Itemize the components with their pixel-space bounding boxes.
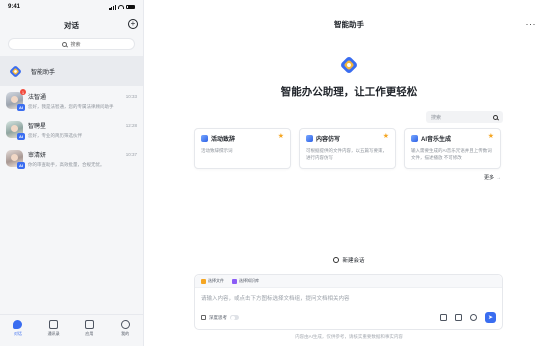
main-header: 智能助手 ···	[144, 0, 554, 36]
avatar: AI	[6, 121, 25, 140]
app-root: 9:41 对话 + 搜索 智能助手 1 AI 法智通 10:33 您好，我是法智…	[0, 0, 554, 346]
card-desc: 可根据提供的文件内容，以五篇写要束，进行内容仿写	[306, 148, 387, 160]
new-chat-button[interactable]: 新建会话	[333, 256, 365, 264]
chat-time: 12:28	[125, 123, 137, 128]
folder-icon[interactable]	[440, 314, 447, 321]
bottom-tab-bar: 对话 通讯录 应用 我的	[0, 314, 143, 346]
chevron-right-icon: →	[496, 174, 502, 181]
star-icon[interactable]: ★	[278, 133, 284, 140]
chat-preview: 你的审查助手，高效批量，合规无忧。	[28, 162, 105, 167]
search-icon	[62, 41, 68, 47]
more-options-icon[interactable]: ···	[526, 20, 537, 29]
chat-name: 审清妍	[28, 153, 47, 159]
unread-badge: 1	[20, 89, 26, 95]
search-icon	[493, 114, 498, 120]
signal-icon	[109, 5, 116, 10]
deep-think-toggle[interactable]: 深度思考	[201, 315, 239, 321]
contacts-icon	[49, 320, 59, 329]
card-title: AI音乐生成	[421, 137, 452, 143]
chat-time: 10:37	[125, 152, 137, 157]
sidebar-item-assistant[interactable]: 智能助手	[0, 56, 143, 86]
sidebar-header: 对话 +	[0, 14, 143, 36]
deep-think-label: 深度思考	[209, 314, 227, 320]
star-icon[interactable]: ★	[488, 133, 494, 140]
page-title: 智能助手	[334, 19, 364, 29]
chat-list-item[interactable]: 1 AI 法智通 10:33 您好，我是法智通，您的专属法律顾问助手	[0, 86, 143, 115]
card-search-input[interactable]: 搜索	[426, 111, 503, 123]
feature-icon	[411, 135, 418, 142]
card-search-placeholder: 搜索	[431, 114, 442, 121]
assistant-logo-icon	[10, 65, 21, 77]
more-label: 更多	[484, 175, 495, 181]
status-bar: 9:41	[0, 0, 143, 14]
hero-slogan: 智能办公助理，让工作更轻松	[280, 86, 418, 98]
toggle-switch[interactable]	[230, 315, 239, 320]
chat-name: 法智通	[28, 95, 47, 101]
sidebar-title: 对话	[64, 20, 79, 30]
tab-label: 通讯录	[47, 331, 60, 336]
battery-icon	[126, 4, 135, 10]
sidebar-search-placeholder: 搜索	[70, 41, 81, 48]
microphone-icon[interactable]	[470, 314, 477, 321]
chat-bubble-icon	[13, 320, 23, 329]
tab-label: 应用	[85, 331, 94, 336]
assistant-logo-icon	[341, 57, 357, 73]
chat-preview: 您好，我是法智通，您的专属法律顾问助手	[28, 104, 114, 109]
feature-icon	[201, 135, 208, 142]
sidebar: 9:41 对话 + 搜索 智能助手 1 AI 法智通 10:33 您好，我是法智…	[0, 0, 144, 346]
new-chat-icon	[333, 257, 340, 263]
status-icons	[109, 4, 135, 10]
profile-icon	[120, 320, 130, 329]
feature-card[interactable]: 内容仿写 ★ 可根据提供的文件内容，以五篇写要束，进行内容仿写	[299, 128, 396, 169]
status-time: 9:41	[8, 4, 21, 10]
avatar: 1 AI	[6, 89, 26, 111]
feature-cards: 活动致辞 ★ 活动致辞撰示词 内容仿写 ★ 可根据提供的文件内容，以五篇写要束，…	[194, 128, 501, 169]
cube-icon[interactable]	[455, 314, 462, 321]
main-panel: 智能助手 ··· 智能办公助理，让工作更轻松 搜索 活动致辞 ★ 活动致辞撰示词…	[144, 0, 554, 346]
chat-list-item[interactable]: AI 审清妍 10:37 你的审查助手，高效批量，合规无忧。	[0, 144, 143, 173]
add-chat-icon[interactable]: +	[128, 19, 138, 29]
file-icon	[201, 278, 206, 284]
card-title: 活动致辞	[211, 137, 236, 143]
chip-label: 选择知识库	[239, 278, 259, 283]
ai-badge: AI	[17, 104, 25, 111]
more-link[interactable]: 更多 →	[484, 174, 502, 182]
star-icon[interactable]: ★	[383, 133, 389, 140]
new-chat-label: 新建会话	[342, 258, 365, 264]
chat-time: 10:33	[125, 94, 137, 99]
chip-label: 选择文件	[208, 278, 224, 283]
card-desc: 输入需要生成的AI音乐咒语并且上传数词文件，描述播放 不可修改	[411, 148, 492, 160]
assistant-name: 智能助手	[31, 69, 56, 76]
tab-label: 对话	[13, 331, 22, 336]
tab-contacts[interactable]: 通讯录	[39, 320, 69, 337]
ai-badge: AI	[17, 162, 25, 169]
tab-chat[interactable]: 对话	[3, 320, 33, 337]
tab-me[interactable]: 我的	[110, 320, 140, 337]
chat-preview: 您好，专业的简历筛选伙伴	[28, 133, 82, 138]
card-desc: 活动致辞撰示词	[201, 148, 233, 153]
message-input[interactable]: 请输入内容，或点击下方图标选择文档组，提问文档相关内容	[195, 288, 502, 308]
chat-name: 智聘星	[28, 124, 47, 130]
ai-badge: AI	[17, 133, 25, 140]
knowledge-base-icon	[232, 278, 237, 284]
composer: 选择文件 选择知识库 请输入内容，或点击下方图标选择文档组，提问文档相关内容 深…	[194, 274, 503, 330]
card-title: 内容仿写	[316, 137, 341, 143]
feature-card[interactable]: 活动致辞 ★ 活动致辞撰示词	[194, 128, 291, 169]
apps-icon	[84, 320, 94, 329]
send-button[interactable]: ➤	[485, 312, 496, 323]
deep-think-icon	[201, 315, 206, 320]
sidebar-search-input[interactable]: 搜索	[8, 38, 135, 50]
wifi-icon	[118, 5, 124, 9]
avatar: AI	[6, 150, 25, 169]
tab-apps[interactable]: 应用	[74, 320, 104, 337]
select-kb-chip[interactable]: 选择知识库	[232, 278, 259, 284]
ai-disclaimer: 内容由AI生成，仅供参考，请核实重要数据和事实内容	[295, 334, 403, 339]
feature-icon	[306, 135, 313, 142]
tab-label: 我的	[121, 331, 130, 336]
select-file-chip[interactable]: 选择文件	[201, 278, 224, 284]
chat-list-item[interactable]: AI 智聘星 12:28 您好，专业的简历筛选伙伴	[0, 115, 143, 144]
hero: 智能办公助理，让工作更轻松	[144, 54, 554, 99]
feature-card[interactable]: AI音乐生成 ★ 输入需要生成的AI音乐咒语并且上传数词文件，描述播放 不可修改	[404, 128, 501, 169]
